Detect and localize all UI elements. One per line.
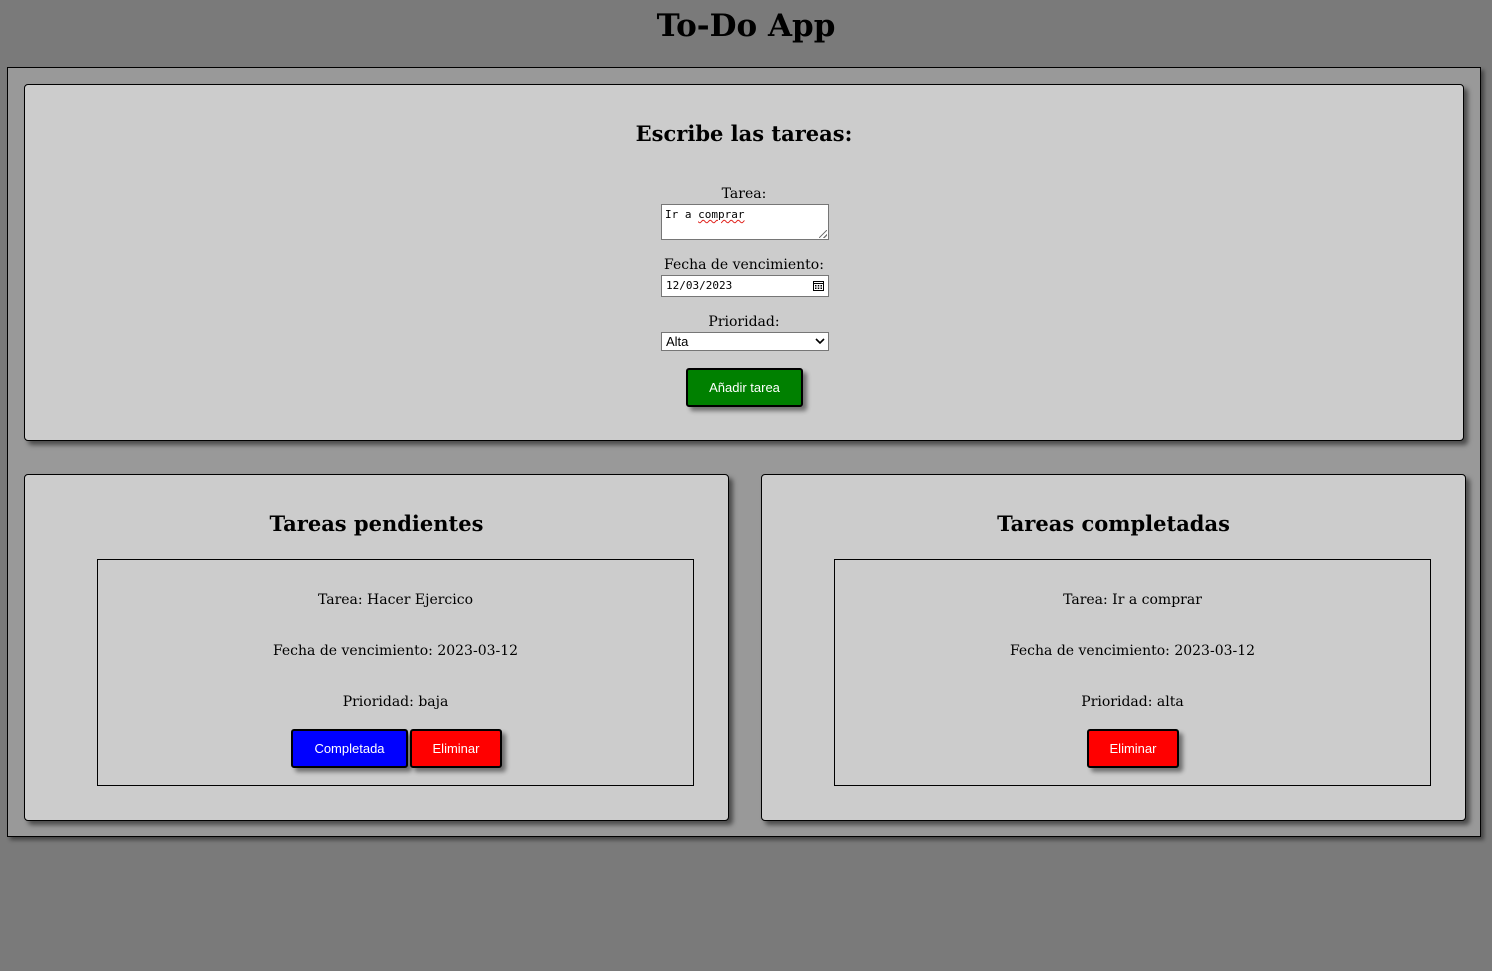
task-text-first-words: Ir a <box>665 208 699 221</box>
task-name: Tarea: Ir a comprar <box>1063 592 1202 608</box>
due-date-label: Fecha de vencimiento: <box>664 257 824 273</box>
complete-button[interactable]: Completada <box>291 729 408 768</box>
task-name: Tarea: Hacer Ejercico <box>317 592 474 608</box>
task-due-date: Fecha de vencimiento: 2023-03-12 <box>1009 643 1256 659</box>
task-text-misspelled-word: comprar <box>698 208 745 221</box>
delete-button[interactable]: Eliminar <box>1087 729 1179 768</box>
main-container: Escribe las tareas: Tarea: Ir a comprar … <box>7 67 1481 837</box>
task-textarea-value: Ir a comprar <box>665 208 744 222</box>
task-textarea[interactable]: Ir a comprar <box>661 204 829 240</box>
calendar-icon[interactable] <box>813 280 824 291</box>
resize-grip-icon[interactable] <box>819 230 827 238</box>
delete-button[interactable]: Eliminar <box>410 729 502 768</box>
completed-tasks-panel: Tareas completadas Tarea: Ir a comprar F… <box>761 474 1466 821</box>
completed-task-card: Tarea: Ir a comprar Fecha de vencimiento… <box>834 559 1431 786</box>
form-heading: Escribe las tareas: <box>635 121 853 146</box>
chevron-down-icon <box>815 338 825 345</box>
due-date-value: 12/03/2023 <box>666 279 733 292</box>
page-title: To-Do App <box>656 8 836 44</box>
completed-heading: Tareas completadas <box>997 511 1230 536</box>
priority-selected-value: Alta <box>666 334 689 349</box>
priority-select[interactable]: Alta <box>661 332 829 351</box>
add-task-button[interactable]: Añadir tarea <box>686 368 803 407</box>
task-label: Tarea: <box>721 186 767 202</box>
priority-label: Prioridad: <box>708 314 780 330</box>
pending-heading: Tareas pendientes <box>269 511 484 536</box>
task-form-panel: Escribe las tareas: Tarea: Ir a comprar … <box>24 84 1464 441</box>
task-priority: Prioridad: baja <box>342 694 449 710</box>
pending-task-card: Tarea: Hacer Ejercico Fecha de vencimien… <box>97 559 694 786</box>
task-due-date: Fecha de vencimiento: 2023-03-12 <box>272 643 519 659</box>
task-priority: Prioridad: alta <box>1081 694 1184 710</box>
due-date-input[interactable]: 12/03/2023 <box>661 275 829 297</box>
pending-tasks-panel: Tareas pendientes Tarea: Hacer Ejercico … <box>24 474 729 821</box>
